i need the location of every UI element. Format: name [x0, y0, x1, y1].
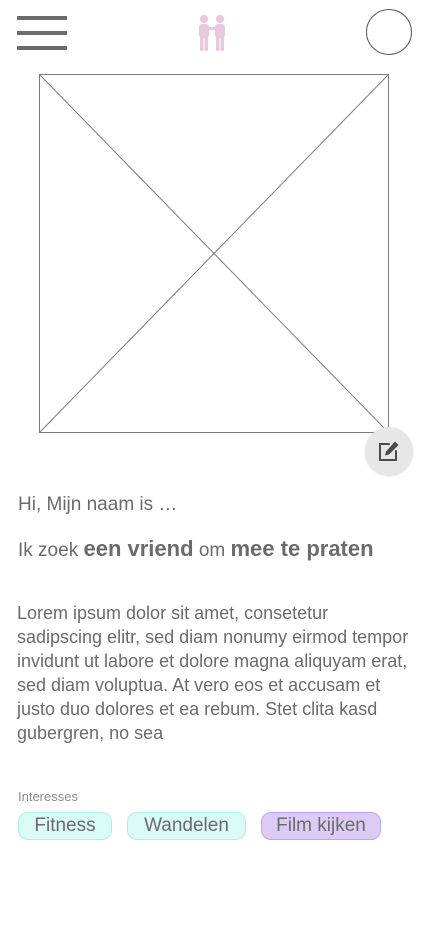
- greeting-text: Hi, Mijn naam is …: [18, 494, 178, 515]
- edit-pencil-icon: [379, 441, 399, 461]
- bio-text: Lorem ipsum dolor sit amet, consetetur s…: [17, 603, 409, 743]
- seeking-looking-for: een vriend: [83, 536, 194, 561]
- interest-chip-film-kijken[interactable]: Film kijken: [261, 812, 381, 840]
- seeking-connector: om: [198, 540, 226, 561]
- interests-label: Interesses: [18, 789, 78, 804]
- menu-button[interactable]: [17, 16, 67, 50]
- edit-profile-button[interactable]: [365, 427, 413, 475]
- couple-logo-icon: [194, 14, 230, 52]
- interest-chip-fitness[interactable]: Fitness: [18, 812, 112, 840]
- profile-avatar[interactable]: [366, 9, 412, 55]
- hamburger-menu-icon-bar: [17, 46, 67, 50]
- image-placeholder-icon: [39, 74, 389, 433]
- hamburger-menu-icon-bar: [17, 31, 67, 35]
- seeking-purpose: mee te praten: [230, 536, 374, 561]
- interest-chip-wandelen[interactable]: Wandelen: [127, 812, 246, 840]
- seeking-sentence: Ik zoek een vriend om mee te praten: [18, 536, 374, 562]
- seeking-prefix: Ik zoek: [18, 540, 79, 561]
- hamburger-menu-icon: [17, 16, 67, 20]
